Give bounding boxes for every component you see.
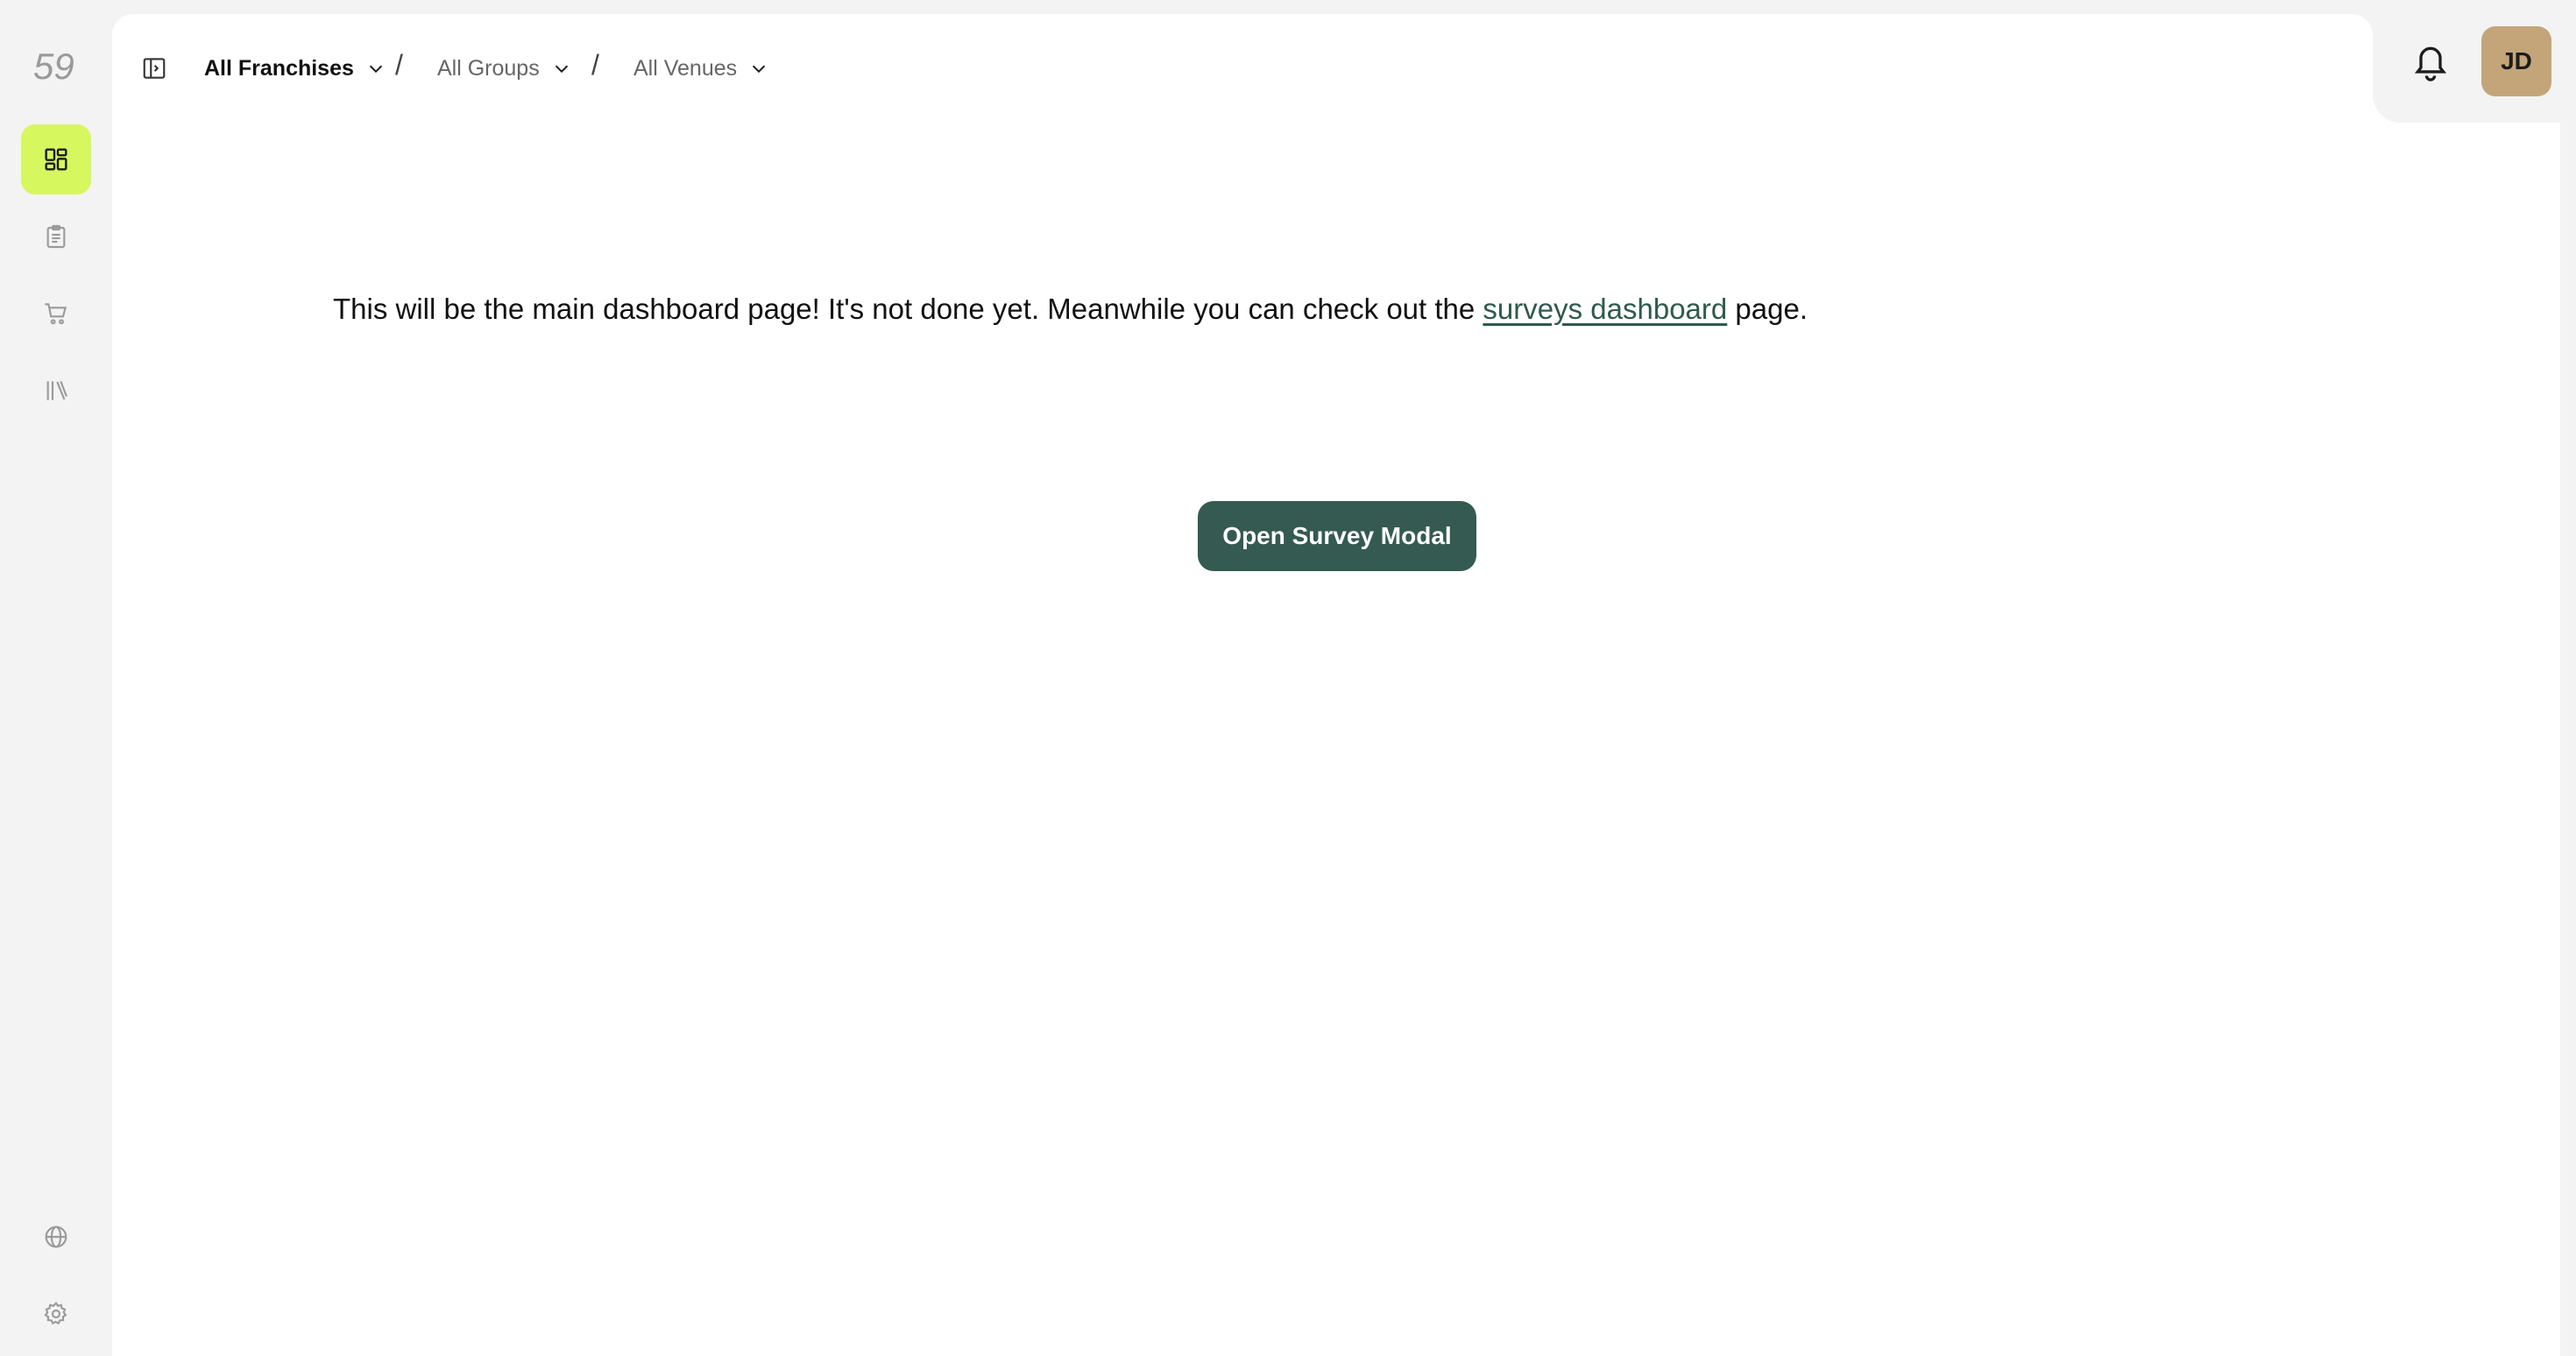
globe-icon <box>45 1225 67 1248</box>
breadcrumb-label: All Venues <box>633 55 738 81</box>
main-content-top <box>2373 123 2560 158</box>
cart-icon <box>45 303 67 325</box>
library-icon <box>46 380 67 400</box>
gear-icon <box>44 1302 67 1325</box>
sidebar-toggle-button[interactable] <box>140 54 168 82</box>
surveys-dashboard-link[interactable]: surveys dashboard <box>1483 293 1727 325</box>
sidebar: 59 <box>0 0 112 1356</box>
breadcrumb-groups[interactable]: All Groups <box>437 51 571 86</box>
sidebar-item-language[interactable] <box>21 1202 91 1272</box>
open-survey-modal-button[interactable]: Open Survey Modal <box>1198 501 1476 571</box>
logo-text: 59 <box>33 46 74 86</box>
bell-icon <box>2414 46 2447 81</box>
user-avatar[interactable]: JD <box>2481 26 2551 96</box>
logo-mark: 59 <box>33 46 74 87</box>
breadcrumb-separator: / <box>591 49 599 81</box>
breadcrumb-venues[interactable]: All Venues <box>633 51 768 86</box>
clipboard-icon <box>46 224 66 249</box>
sidebar-item-library[interactable] <box>21 356 91 426</box>
breadcrumb-franchises[interactable]: All Franchises <box>204 51 386 86</box>
dashboard-placeholder-message: This will be the main dashboard page! It… <box>333 293 1808 326</box>
brand-logo[interactable]: 59 <box>33 46 79 87</box>
breadcrumb-label: All Franchises <box>204 55 354 81</box>
breadcrumb-separator: / <box>395 49 403 81</box>
chevron-down-icon <box>753 65 766 74</box>
panel-toggle-icon <box>143 58 166 79</box>
chevron-down-icon <box>555 65 568 74</box>
message-text-after: page. <box>1727 293 1808 325</box>
sidebar-item-dashboard[interactable] <box>21 124 91 194</box>
notifications-button[interactable] <box>2411 40 2450 82</box>
sidebar-item-orders[interactable] <box>21 279 91 349</box>
message-text-before: This will be the main dashboard page! It… <box>333 293 1483 325</box>
breadcrumb-label: All Groups <box>437 55 540 81</box>
sidebar-item-surveys[interactable] <box>21 201 91 272</box>
sidebar-item-settings[interactable] <box>21 1279 91 1349</box>
dashboard-icon <box>45 148 67 171</box>
chevron-down-icon <box>369 65 383 74</box>
